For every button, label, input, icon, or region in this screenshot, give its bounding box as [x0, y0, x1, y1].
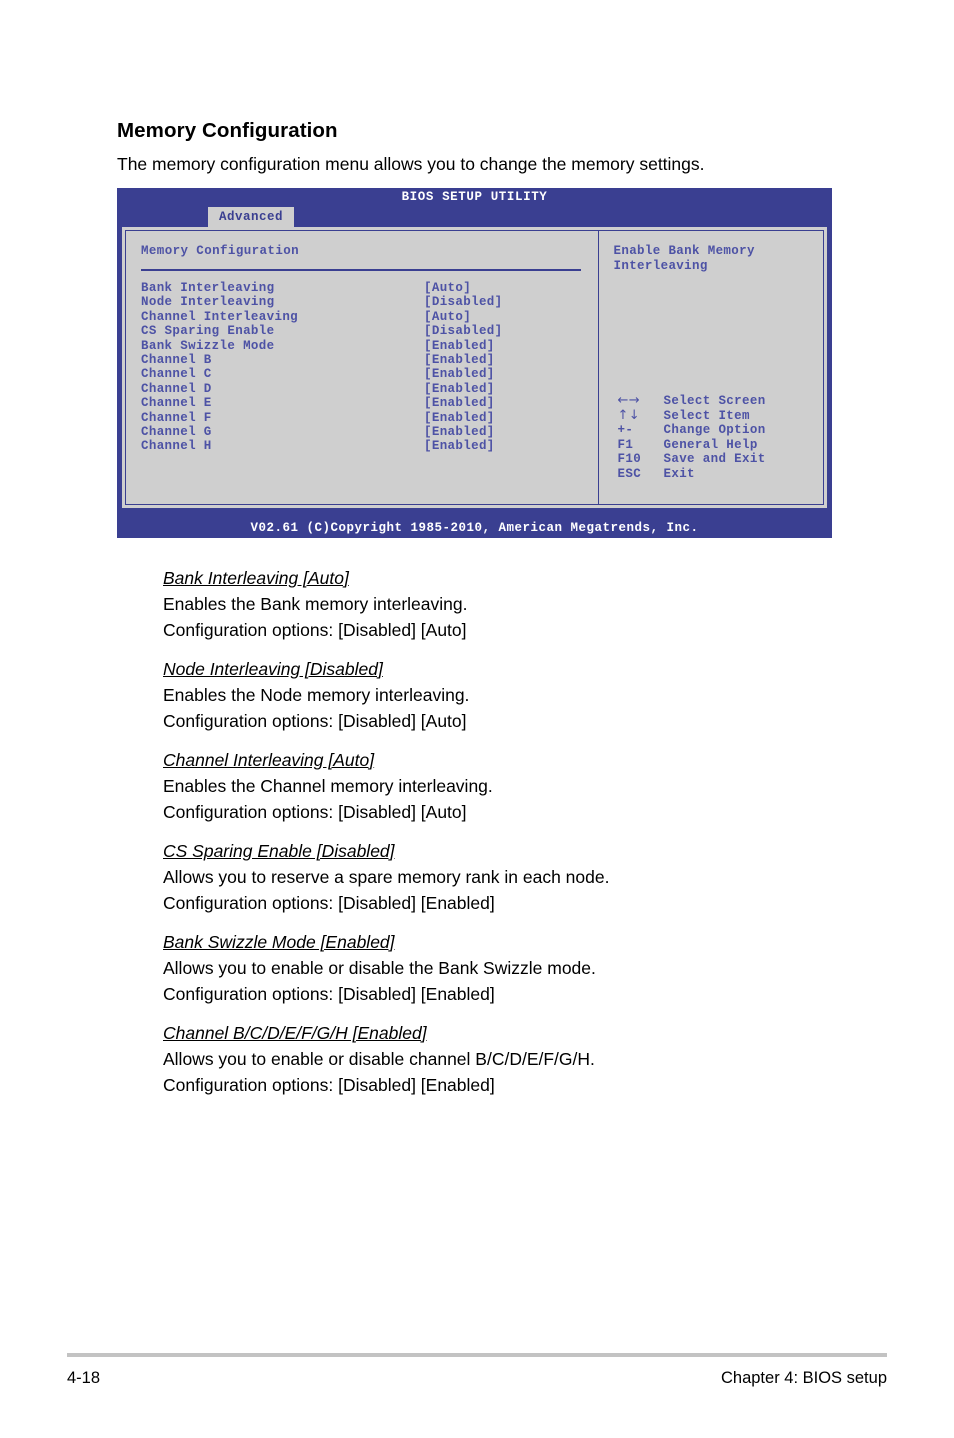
setting-value[interactable]: [Enabled] — [424, 353, 495, 367]
setting-label: Channel Interleaving — [141, 309, 299, 324]
setting-label: Bank Swizzle Mode — [141, 338, 275, 353]
setting-value[interactable]: [Disabled] — [424, 295, 503, 309]
setting-row-channel-f[interactable]: Channel F [Enabled] — [141, 411, 591, 425]
setting-value[interactable]: [Enabled] — [424, 425, 495, 439]
key-legend-exit: ESC Exit — [618, 467, 766, 482]
description-channel-bcdefgh: Channel B/C/D/E/F/G/H [Enabled] Allows y… — [163, 1020, 863, 1098]
up-down-arrow-icon: ↑↓ — [617, 407, 640, 423]
setting-label: Channel H — [141, 439, 212, 454]
plus-minus-key: +- — [617, 423, 634, 438]
description-line: Enables the Channel memory interleaving. — [163, 776, 493, 796]
setting-label: Channel D — [141, 381, 212, 396]
key-legend-general-help: F1 General Help — [618, 438, 766, 453]
tab-advanced[interactable]: Advanced — [208, 207, 295, 227]
key-action: Select Screen — [663, 394, 766, 408]
setting-row-node-interleaving[interactable]: Node Interleaving [Disabled] — [141, 295, 591, 309]
description-heading: CS Sparing Enable [Disabled] — [163, 841, 395, 861]
key-action: Save and Exit — [663, 452, 766, 467]
f1-key: F1 — [617, 437, 634, 452]
setting-value[interactable]: [Auto] — [424, 281, 471, 295]
document-page: Memory Configuration The memory configur… — [0, 0, 954, 1438]
description-heading: Channel Interleaving [Auto] — [163, 750, 375, 770]
description-line: Allows you to enable or disable channel … — [163, 1049, 595, 1069]
setting-row-cs-sparing-enable[interactable]: CS Sparing Enable [Disabled] — [141, 324, 591, 338]
bios-settings-pane: Memory Configuration Bank Interleaving [… — [126, 231, 599, 504]
setting-value[interactable]: [Enabled] — [424, 411, 495, 425]
settings-divider — [141, 269, 581, 271]
description-heading: Node Interleaving [Disabled] — [163, 659, 383, 679]
help-text: Enable Bank Memory Interleaving — [613, 244, 755, 273]
description-bank-swizzle-mode: Bank Swizzle Mode [Enabled] Allows you t… — [163, 929, 863, 1007]
esc-key: ESC — [617, 466, 642, 481]
key-legend-save-and-exit: F10 Save and Exit — [618, 452, 766, 467]
setting-value[interactable]: [Disabled] — [424, 324, 503, 338]
settings-list: Bank Interleaving [Auto] Node Interleavi… — [141, 281, 591, 454]
key-legend-change-option: +- Change Option — [618, 423, 766, 438]
key-legend-select-item: ↑↓ Select Item — [617, 407, 766, 424]
description-heading: Bank Interleaving [Auto] — [163, 568, 349, 588]
description-options: Configuration options: [Disabled] [Enabl… — [163, 984, 495, 1004]
description-options: Configuration options: [Disabled] [Auto] — [163, 802, 467, 822]
page-intro-text: The memory configuration menu allows you… — [117, 154, 705, 174]
description-bank-interleaving: Bank Interleaving [Auto] Enables the Ban… — [163, 565, 863, 643]
setting-row-channel-b[interactable]: Channel B [Enabled] — [141, 353, 591, 367]
left-right-arrow-icon: ←→ — [617, 393, 640, 408]
setting-label: Channel G — [141, 424, 212, 439]
setting-row-channel-interleaving[interactable]: Channel Interleaving [Auto] — [141, 310, 591, 324]
page-number: 4-18 — [67, 1369, 101, 1387]
setting-label: Channel E — [141, 396, 212, 411]
setting-row-channel-d[interactable]: Channel D [Enabled] — [141, 382, 591, 396]
key-action: Exit — [663, 466, 695, 481]
setting-row-channel-g[interactable]: Channel G [Enabled] — [141, 425, 591, 439]
chapter-label: Chapter 4: BIOS setup — [720, 1369, 887, 1387]
description-options: Configuration options: [Disabled] [Auto] — [163, 620, 467, 640]
description-node-interleaving: Node Interleaving [Disabled] Enables the… — [163, 656, 863, 734]
description-line: Enables the Bank memory interleaving. — [163, 594, 468, 614]
setting-value[interactable]: [Enabled] — [424, 382, 495, 396]
bios-setup-screen: BIOS SETUP UTILITY Advanced Memory Confi… — [117, 188, 832, 538]
description-options: Configuration options: [Disabled] [Enabl… — [163, 1075, 495, 1095]
setting-row-channel-c[interactable]: Channel C [Enabled] — [141, 367, 591, 381]
setting-value[interactable]: [Enabled] — [424, 367, 495, 381]
description-line: Allows you to reserve a spare memory ran… — [163, 867, 610, 887]
bios-content-frame: Memory Configuration Bank Interleaving [… — [125, 230, 824, 505]
bios-help-pane: Enable Bank Memory Interleaving ←→ Select… — [601, 231, 824, 504]
key-action: Change Option — [663, 423, 766, 438]
setting-label: Channel C — [141, 367, 212, 382]
page-title: Memory Configuration — [117, 119, 338, 142]
setting-value[interactable]: [Auto] — [424, 310, 471, 324]
setting-row-channel-e[interactable]: Channel E [Enabled] — [141, 396, 591, 410]
key-action: Select Item — [663, 408, 750, 423]
footer-divider — [67, 1353, 887, 1357]
setting-row-bank-interleaving[interactable]: Bank Interleaving [Auto] — [141, 281, 591, 295]
setting-label: Channel B — [141, 352, 212, 367]
description-heading: Channel B/C/D/E/F/G/H [Enabled] — [163, 1023, 427, 1043]
setting-value[interactable]: [Enabled] — [424, 339, 495, 353]
setting-label: Channel F — [141, 410, 212, 425]
description-cs-sparing-enable: CS Sparing Enable [Disabled] Allows you … — [163, 838, 863, 916]
f10-key: F10 — [617, 452, 642, 467]
key-action: General Help — [663, 437, 758, 452]
setting-label: CS Sparing Enable — [141, 324, 275, 339]
key-legend-select-screen: ←→ Select Screen — [617, 393, 766, 409]
setting-label: Node Interleaving — [141, 295, 275, 310]
key-legend: ←→ Select Screen ↑↓ Select Item +- Change O… — [617, 393, 766, 482]
description-options: Configuration options: [Disabled] [Enabl… — [163, 893, 495, 913]
setting-value[interactable]: [Enabled] — [424, 396, 495, 410]
bios-title: BIOS SETUP UTILITY — [401, 190, 548, 204]
bios-tab-bar: Advanced — [117, 207, 832, 227]
setting-row-bank-swizzle-mode[interactable]: Bank Swizzle Mode [Enabled] — [141, 339, 591, 353]
setting-row-channel-h[interactable]: Channel H [Enabled] — [141, 439, 591, 453]
description-options: Configuration options: [Disabled] [Auto] — [163, 711, 467, 731]
description-line: Allows you to enable or disable the Bank… — [163, 958, 596, 978]
setting-label: Bank Interleaving — [141, 281, 275, 295]
setting-value[interactable]: [Enabled] — [424, 439, 495, 453]
settings-group-heading: Memory Configuration — [141, 244, 300, 258]
bios-copyright-bar: V02.61 (C)Copyright 1985-2010, American … — [250, 521, 699, 535]
bios-content-panel: Memory Configuration Bank Interleaving [… — [122, 227, 827, 508]
description-line: Enables the Node memory interleaving. — [163, 685, 470, 705]
description-channel-interleaving: Channel Interleaving [Auto] Enables the … — [163, 747, 863, 825]
description-heading: Bank Swizzle Mode [Enabled] — [163, 932, 395, 952]
